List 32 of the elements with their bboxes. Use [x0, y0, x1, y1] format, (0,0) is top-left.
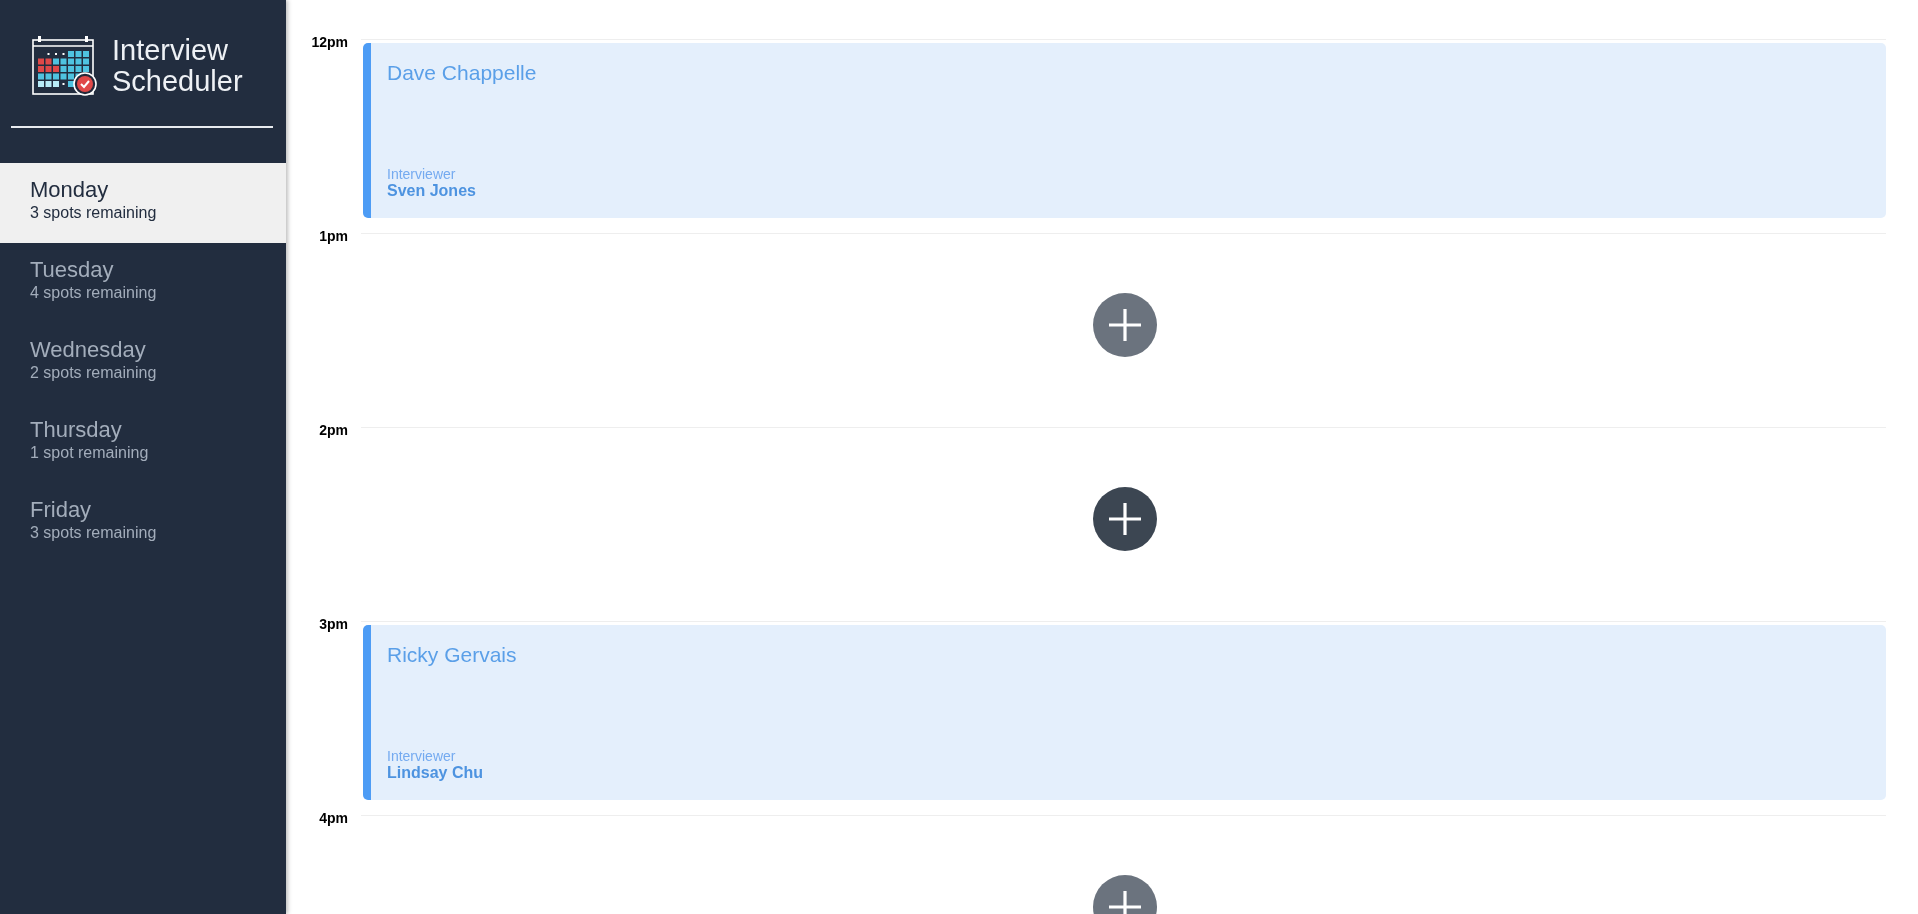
interviewer-name: Lindsay Chu — [387, 764, 484, 782]
student-name: Ricky Gervais — [387, 643, 518, 667]
student-name: Dave Chappelle — [387, 61, 538, 85]
day-name: Tuesday — [30, 257, 115, 283]
day-item[interactable]: Thursday 1 spot remaining — [0, 403, 286, 483]
interviewer-label: Interviewer — [387, 166, 457, 182]
day-item[interactable]: Wednesday 2 spots remaining — [0, 323, 286, 403]
calendar-icon — [32, 35, 98, 97]
day-item[interactable]: Monday 3 spots remaining — [0, 163, 286, 243]
time-label: 1pm — [318, 228, 348, 244]
spots-remaining: 3 spots remaining — [30, 203, 158, 223]
spots-remaining: 4 spots remaining — [30, 283, 158, 303]
plus-icon — [1108, 308, 1141, 341]
interviewer-label: Interviewer — [387, 748, 457, 764]
day-name: Wednesday — [30, 337, 147, 363]
day-item[interactable]: Friday 3 spots remaining — [0, 483, 286, 563]
spots-remaining: 3 spots remaining — [30, 523, 158, 543]
time-label: 12pm — [310, 34, 348, 50]
plus-icon — [1108, 502, 1141, 535]
spots-remaining: 2 spots remaining — [30, 363, 158, 383]
spots-remaining: 1 spot remaining — [30, 443, 150, 463]
app-title: Scheduler — [112, 66, 243, 97]
app-title: Interview — [112, 35, 230, 66]
day-name: Thursday — [30, 417, 123, 443]
time-label: 4pm — [318, 810, 348, 826]
day-name: Monday — [30, 177, 110, 203]
time-label: 2pm — [318, 422, 348, 438]
plus-icon — [1108, 890, 1141, 914]
day-item[interactable]: Tuesday 4 spots remaining — [0, 243, 286, 323]
time-label: 3pm — [318, 616, 348, 632]
day-name: Friday — [30, 497, 93, 523]
interviewer-name: Sven Jones — [387, 182, 477, 200]
